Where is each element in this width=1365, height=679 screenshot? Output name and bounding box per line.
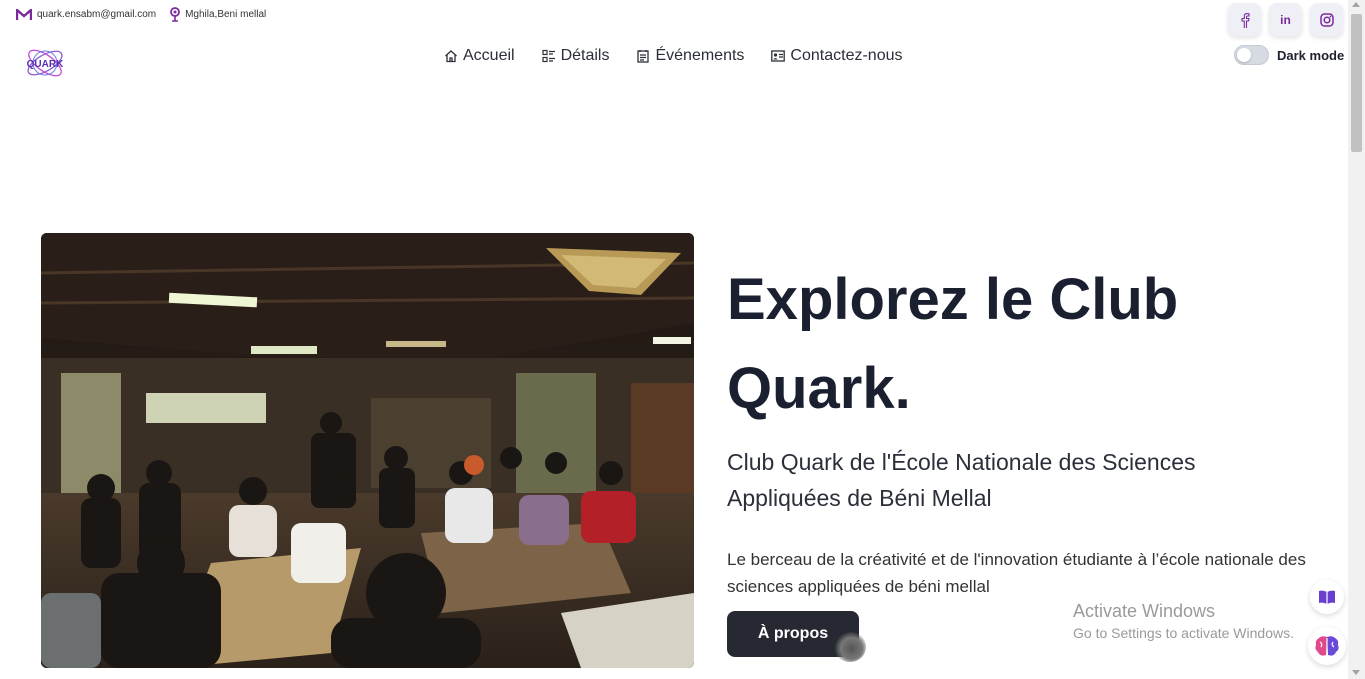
- facebook-icon: [1240, 12, 1250, 28]
- social-links: in: [1228, 3, 1343, 36]
- main-nav: Accueil Détails Événements Contactez-nou…: [444, 47, 902, 65]
- email-text: quark.ensabm@gmail.com: [37, 9, 157, 20]
- instagram-button[interactable]: [1310, 3, 1343, 36]
- windows-activation-watermark: Activate Windows Go to Settings to activ…: [1073, 601, 1294, 641]
- toggle-knob: [1237, 48, 1251, 62]
- hero-subtitle: Club Quark de l'École Nationale des Scie…: [727, 449, 1196, 511]
- linkedin-button[interactable]: in: [1269, 3, 1302, 36]
- hero-title-line1: Explorez le Club: [727, 267, 1179, 332]
- gmail-icon: [16, 8, 32, 20]
- instagram-icon: [1319, 12, 1334, 27]
- watermark-line1: Activate Windows: [1073, 601, 1216, 621]
- dark-mode-toggle[interactable]: [1234, 45, 1269, 65]
- contact-strip: quark.ensabm@gmail.com Mghila,Beni mella…: [16, 7, 266, 22]
- students-hall-photo: [41, 233, 694, 668]
- hero-description: Le berceau de la créativité et de l'inno…: [727, 550, 1306, 596]
- location-pin-icon: [170, 7, 180, 22]
- nav-item-accueil[interactable]: Accueil: [444, 47, 515, 65]
- nav-label-accueil: Accueil: [463, 47, 515, 64]
- page-scrollbar[interactable]: [1348, 0, 1365, 679]
- quark-logo-icon: QUARK: [27, 49, 64, 77]
- nav-label-details: Détails: [560, 47, 610, 64]
- nav-item-contact[interactable]: Contactez-nous: [771, 47, 902, 65]
- scroll-up-arrow-icon[interactable]: [1352, 2, 1360, 7]
- club-logo[interactable]: QUARK: [22, 42, 68, 84]
- book-icon: [1319, 590, 1335, 604]
- ai-assistant-button[interactable]: [1308, 627, 1346, 665]
- email-contact[interactable]: quark.ensabm@gmail.com: [16, 8, 157, 21]
- calendar-icon: [637, 50, 650, 63]
- nav-label-evenements: Événements: [655, 47, 745, 64]
- dark-mode-control: Dark mode: [1234, 45, 1344, 65]
- location-text: Mghila,Beni mellal: [185, 9, 267, 20]
- scroll-down-arrow-icon[interactable]: [1352, 670, 1360, 675]
- watermark-line2: Go to Settings to activate Windows.: [1073, 625, 1294, 641]
- home-icon: [445, 50, 457, 63]
- location-contact[interactable]: Mghila,Beni mellal: [170, 7, 266, 22]
- hero-title-line2: Quark.: [727, 356, 911, 421]
- nav-item-details[interactable]: Détails: [541, 47, 610, 65]
- nav-item-evenements[interactable]: Événements: [636, 47, 744, 65]
- list-icon: [541, 49, 555, 63]
- cursor-indicator: [834, 632, 866, 662]
- reader-button[interactable]: [1310, 580, 1344, 614]
- hero-photo: [41, 233, 694, 668]
- scrollbar-thumb[interactable]: [1351, 14, 1362, 152]
- contact-card-icon: [771, 50, 786, 62]
- linkedin-icon: in: [1280, 12, 1291, 27]
- dark-mode-label: Dark mode: [1277, 47, 1345, 63]
- logo-text: QUARK: [27, 59, 64, 70]
- facebook-button[interactable]: [1228, 3, 1261, 36]
- hero-title: Explorez le Club Quark.: [727, 255, 1287, 433]
- nav-label-contact: Contactez-nous: [790, 47, 903, 64]
- brain-icon: [1315, 636, 1339, 656]
